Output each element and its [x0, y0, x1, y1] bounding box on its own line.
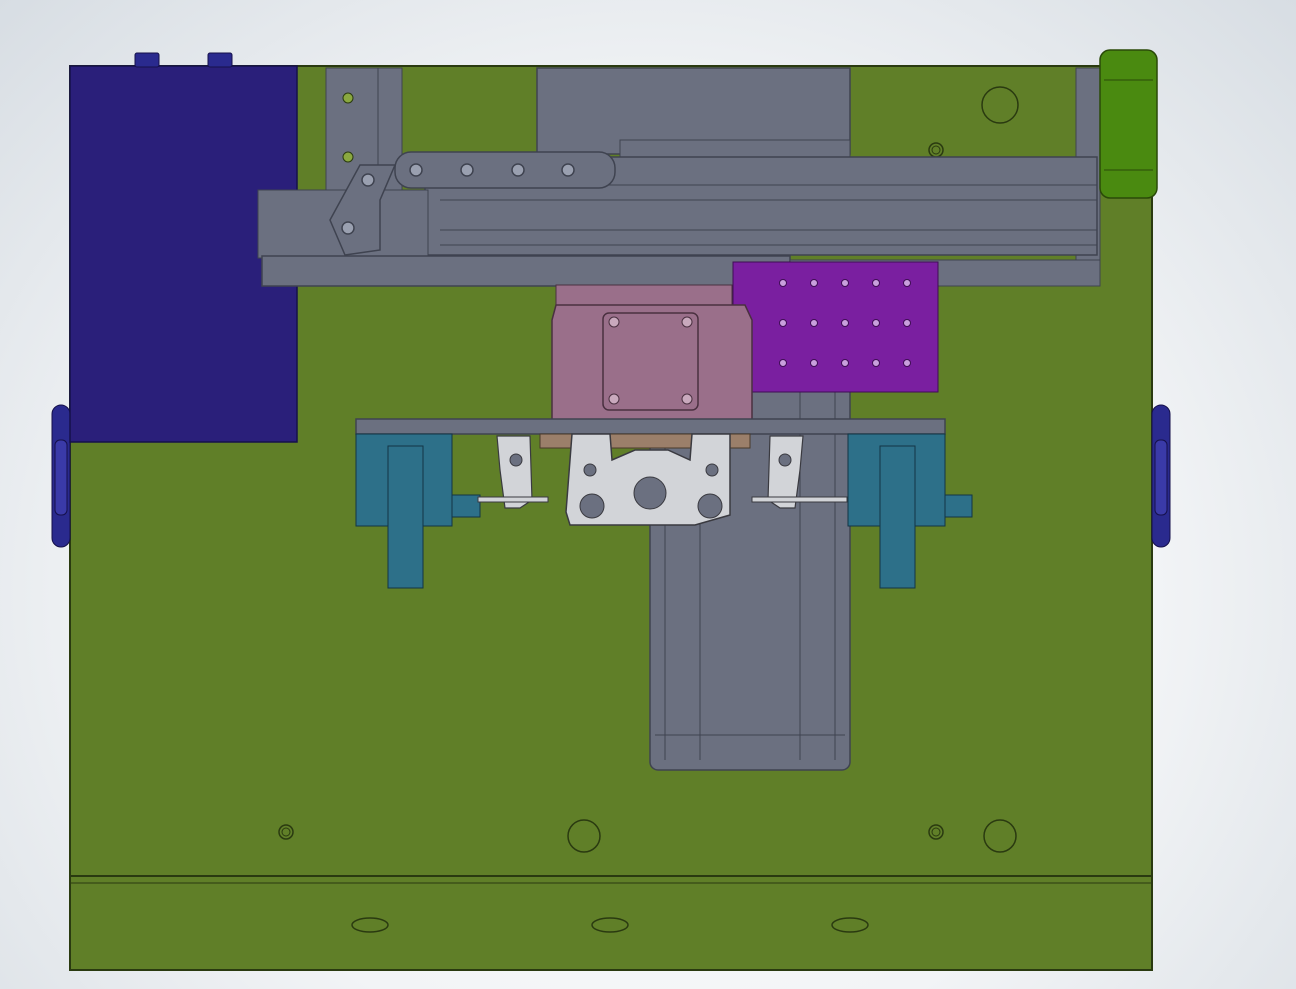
- front-panel: [69, 875, 1153, 971]
- handle-left[interactable]: [51, 404, 71, 548]
- purple-plate-hole: [872, 359, 880, 367]
- purple-plate-hole: [779, 279, 787, 287]
- drag-chain-band: [394, 151, 616, 189]
- top-motor-housing: [536, 67, 851, 161]
- purple-plate-hole: [903, 279, 911, 287]
- connector-1: [134, 52, 160, 68]
- purple-plate-hole: [841, 319, 849, 327]
- motor-mount: [551, 284, 753, 421]
- drag-chain-link: [460, 163, 474, 177]
- purple-plate-hole: [779, 359, 787, 367]
- drag-chain-link: [361, 173, 375, 187]
- cad-assembly-view: [51, 49, 1171, 971]
- purple-plate-hole: [810, 319, 818, 327]
- purple-plate-hole: [779, 319, 787, 327]
- purple-plate-hole: [903, 359, 911, 367]
- handle-right[interactable]: [1151, 404, 1171, 548]
- purple-plate-hole: [872, 319, 880, 327]
- drag-chain-link: [409, 163, 423, 177]
- green-motor: [1099, 49, 1158, 199]
- connector-2: [207, 52, 233, 68]
- purple-mount-plate: [732, 261, 939, 393]
- purple-plate-hole: [872, 279, 880, 287]
- purple-plate-hole: [841, 359, 849, 367]
- purple-plate-hole: [841, 279, 849, 287]
- purple-plate-hole: [810, 279, 818, 287]
- drag-chain-link: [561, 163, 575, 177]
- drag-chain-link: [511, 163, 525, 177]
- purple-plate-hole: [903, 319, 911, 327]
- drag-chain-link: [341, 221, 355, 235]
- purple-plate-hole: [810, 359, 818, 367]
